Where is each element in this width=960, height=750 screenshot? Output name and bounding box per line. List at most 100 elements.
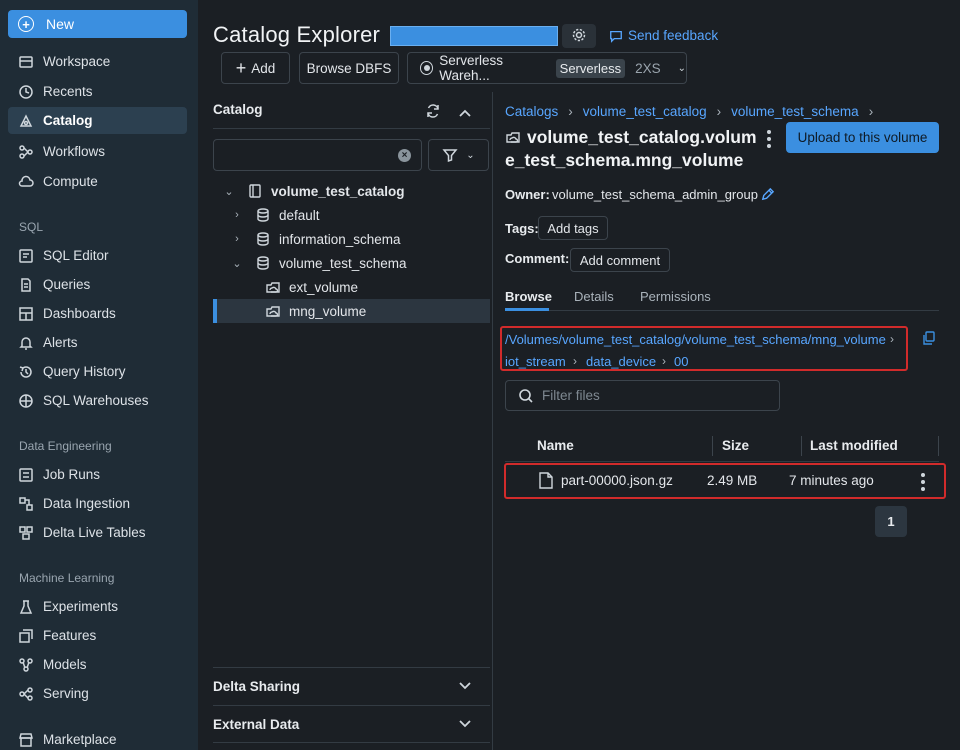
breadcrumb-schema[interactable]: volume_test_schema <box>731 104 859 119</box>
cloud-icon <box>18 174 34 190</box>
sidebar-item-serving[interactable]: Serving <box>8 680 187 707</box>
chevron-down-icon[interactable]: ⌄ <box>223 185 235 198</box>
filter-files-input[interactable]: Filter files <box>505 380 780 411</box>
tree-item-schema-volume-test[interactable]: ⌄ volume_test_schema <box>231 251 406 275</box>
add-button[interactable]: + Add <box>221 52 290 84</box>
add-tags-button[interactable]: Add tags <box>538 216 608 240</box>
sidebar-item-workflows[interactable]: Workflows <box>8 138 187 165</box>
ingestion-icon <box>18 496 34 512</box>
sidebar-item-data-ingestion[interactable]: Data Ingestion <box>8 490 187 517</box>
filter-button[interactable]: ⌄ <box>428 139 489 171</box>
refresh-icon[interactable] <box>425 103 441 122</box>
sidebar-item-alerts[interactable]: Alerts <box>8 329 187 356</box>
machine-learning-section-heading: Machine Learning <box>19 571 115 585</box>
file-name[interactable]: part-00000.json.gz <box>561 473 673 488</box>
owner-value: volume_test_schema_admin_group <box>552 187 758 202</box>
tab-active-indicator <box>505 308 549 311</box>
tab-browse[interactable]: Browse <box>505 289 552 304</box>
tab-permissions[interactable]: Permissions <box>640 289 711 304</box>
copy-icon[interactable] <box>922 331 936 345</box>
serving-icon <box>18 686 34 702</box>
sidebar-item-recents[interactable]: Recents <box>8 78 187 105</box>
sidebar-item-catalog[interactable]: Catalog <box>8 107 187 134</box>
sidebar-item-workspace[interactable]: Workspace <box>8 48 187 75</box>
chevron-right-icon[interactable]: › <box>231 233 243 245</box>
chevron-down-icon: ⌄ <box>677 62 686 74</box>
browse-dbfs-button[interactable]: Browse DBFS <box>299 52 399 84</box>
tree-item-schema-information[interactable]: › information_schema <box>231 227 400 251</box>
sidebar-item-sql-warehouses[interactable]: SQL Warehouses <box>8 387 187 414</box>
chevron-right-icon[interactable]: › <box>231 209 243 221</box>
sidebar-item-label: Query History <box>43 364 126 379</box>
collapse-chevron-up-icon[interactable] <box>458 105 472 121</box>
column-header-size[interactable]: Size <box>722 438 749 453</box>
history-icon <box>18 364 34 380</box>
path-root-link[interactable]: /Volumes/volume_test_catalog/volume_test… <box>505 332 886 347</box>
add-comment-button[interactable]: Add comment <box>570 248 670 272</box>
send-feedback-link[interactable]: Send feedback <box>609 28 718 43</box>
sidebar-item-sql-editor[interactable]: SQL Editor <box>8 242 187 269</box>
new-button[interactable]: + New <box>8 10 187 38</box>
sidebar-item-queries[interactable]: Queries <box>8 271 187 298</box>
sidebar-item-query-history[interactable]: Query History <box>8 358 187 385</box>
catalog-panel-heading: Catalog <box>213 102 263 117</box>
tree-item-label: volume_test_catalog <box>271 183 405 199</box>
path-link-iot-stream[interactable]: iot_stream <box>505 354 566 369</box>
column-resize-handle[interactable] <box>712 436 713 456</box>
tree-item-volume-mng[interactable]: mng_volume <box>265 299 366 323</box>
breadcrumb-catalogs[interactable]: Catalogs <box>505 104 558 119</box>
path-link-data-device[interactable]: data_device <box>586 354 656 369</box>
dlt-icon <box>18 525 34 541</box>
workspace-icon <box>18 54 34 70</box>
features-icon <box>18 628 34 644</box>
sidebar-item-models[interactable]: Models <box>8 651 187 678</box>
job-runs-icon <box>18 467 34 483</box>
sidebar-item-label: Serving <box>43 686 89 701</box>
tree-item-volume-ext[interactable]: ext_volume <box>265 275 358 299</box>
upload-to-volume-button[interactable]: Upload to this volume <box>786 122 939 153</box>
tree-item-schema-default[interactable]: › default <box>231 203 319 227</box>
pencil-edit-icon[interactable] <box>760 187 775 205</box>
clock-icon <box>18 84 34 100</box>
external-data-label: External Data <box>213 716 300 732</box>
tree-item-label: ext_volume <box>289 279 359 295</box>
sidebar-item-features[interactable]: Features <box>8 622 187 649</box>
sidebar-item-label: Compute <box>43 174 98 189</box>
add-label: Add <box>251 60 276 76</box>
row-more-options-icon[interactable] <box>921 473 925 491</box>
column-resize-handle[interactable] <box>938 436 939 456</box>
panel-splitter[interactable] <box>492 92 493 750</box>
sidebar-item-marketplace[interactable]: Marketplace <box>8 726 187 750</box>
sidebar-item-delta-live-tables[interactable]: Delta Live Tables <box>8 519 187 546</box>
tree-item-label: mng_volume <box>289 303 367 319</box>
column-resize-handle[interactable] <box>801 436 802 456</box>
column-header-last-modified[interactable]: Last modified <box>810 438 898 453</box>
sidebar-item-experiments[interactable]: Experiments <box>8 593 187 620</box>
chevron-down-icon[interactable]: ⌄ <box>231 257 243 270</box>
clear-icon[interactable]: × <box>398 149 411 162</box>
path-link-00[interactable]: 00 <box>674 354 688 369</box>
catalog-search-input[interactable]: × <box>213 139 422 171</box>
sidebar-item-job-runs[interactable]: Job Runs <box>8 461 187 488</box>
sidebar-item-compute[interactable]: Compute <box>8 168 187 195</box>
settings-button[interactable] <box>562 24 596 48</box>
breadcrumb-catalog[interactable]: volume_test_catalog <box>583 104 707 119</box>
chevron-down-icon <box>458 717 472 732</box>
sidebar-item-label: SQL Warehouses <box>43 393 149 408</box>
table-header-divider <box>505 461 939 462</box>
tab-details[interactable]: Details <box>574 289 614 304</box>
breadcrumb-separator-icon: › <box>868 104 874 119</box>
filter-files-placeholder: Filter files <box>542 388 600 403</box>
tree-item-catalog[interactable]: ⌄ volume_test_catalog <box>223 179 405 203</box>
tabs-divider <box>505 310 939 311</box>
warehouse-selector[interactable]: Serverless Wareh... Serverless 2XS ⌄ <box>407 52 687 84</box>
delta-sharing-section[interactable]: Delta Sharing <box>213 667 490 705</box>
data-engineering-section-heading: Data Engineering <box>19 439 112 453</box>
sidebar-item-dashboards[interactable]: Dashboards <box>8 300 187 327</box>
bell-icon <box>18 335 34 351</box>
column-header-name[interactable]: Name <box>537 438 574 453</box>
pagination-page-button[interactable]: 1 <box>875 506 907 537</box>
more-options-icon[interactable] <box>767 130 771 148</box>
external-data-section[interactable]: External Data <box>213 705 490 743</box>
warehouse-type-badge: Serverless <box>555 58 626 78</box>
